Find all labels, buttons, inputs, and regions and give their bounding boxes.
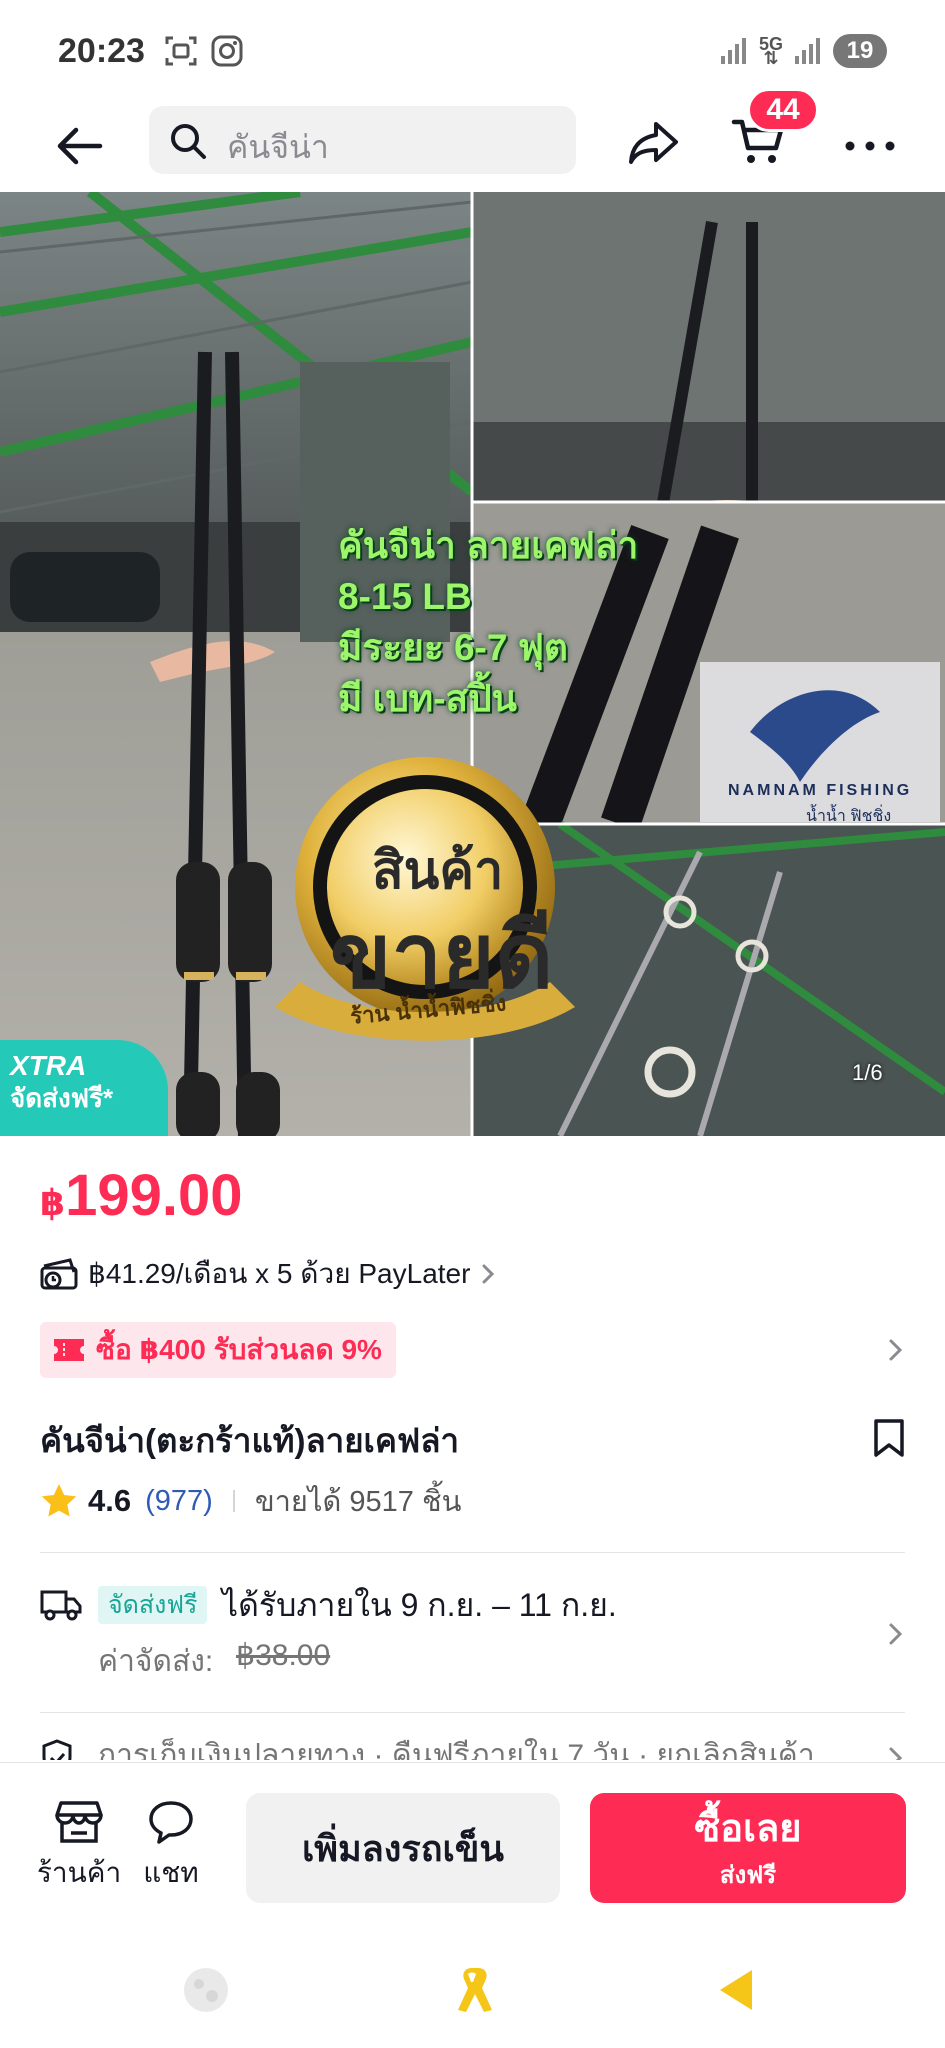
sold-count: ขายได้ 9517 ชิ้น [254, 1486, 462, 1518]
system-navigation-bar [0, 1932, 945, 2048]
hero-overlay-line: มี เบท-สปิ้น [338, 678, 517, 719]
search-icon [171, 124, 206, 159]
paylater-text: ฿41.29/เดือน x 5 ด้วย PayLater [88, 1258, 471, 1289]
system-back-button[interactable] [712, 1964, 764, 2016]
back-button[interactable] [52, 118, 108, 174]
status-bar: 20:23 5G ⇅ 19 [0, 0, 945, 100]
product-price: ฿199.00 [40, 1163, 243, 1228]
star-icon [41, 1484, 77, 1517]
ribbon-icon [458, 1968, 492, 2012]
triangle-back-icon [720, 1970, 752, 2010]
shop-label: ร้านค้า [36, 1857, 122, 1888]
more-button[interactable] [842, 126, 898, 166]
moon-button[interactable] [180, 1964, 232, 2016]
guarantee-text: การเก็บเงินปลายทาง · คืนฟรีภายใน 7 วัน ·… [98, 1739, 815, 1760]
xtra-free-shipping-badge: XTRA จัดส่งฟรี* [0, 1040, 168, 1136]
rating-row[interactable]: 4.6 (977) ขายได้ 9517 ชิ้น [40, 1478, 461, 1524]
product-title: คันจีน่า(ตะกร้าแท้)ลายเคฟล่า [40, 1422, 460, 1459]
promo-text: ซื้อ ฿400 รับส่วนลด 9% [96, 1334, 382, 1365]
product-image-carousel[interactable]: คันจีน่า ลายเคฟล่า 8-15 LB มีระยะ 6-7 ฟุ… [0, 192, 945, 1136]
hero-overlay-line: 8-15 LB [338, 576, 472, 617]
paylater-row[interactable]: ฿41.29/เดือน x 5 ด้วย PayLater [40, 1254, 498, 1294]
status-time: 20:23 [58, 32, 145, 70]
hero-overlay-text: คันจีน่า ลายเคฟล่า 8-15 LB มีระยะ 6-7 ฟุ… [338, 520, 638, 724]
shield-icon [42, 1739, 72, 1760]
buy-now-sublabel: ส่งฟรี [719, 1862, 777, 1889]
ticket-icon [54, 1339, 84, 1361]
brand-logo-subtext: น้ำน้ำ ฟิชชิ่ง [806, 808, 892, 825]
buy-now-label: ซื้อเลย [694, 1808, 802, 1850]
battery-indicator: 19 [833, 34, 887, 68]
network-label: 5G ⇅ [758, 34, 783, 68]
search-box[interactable]: คันจีน่า [149, 106, 576, 174]
free-shipping-tag: จัดส่งฟรี [98, 1586, 208, 1624]
instagram-icon [210, 34, 244, 68]
chat-label: แชท [143, 1857, 199, 1888]
top-nav: คันจีน่า 44 [0, 88, 945, 192]
truck-icon [40, 1590, 82, 1621]
bottom-action-bar: ร้านค้า แชท เพิ่มลงรถเข็น ซื้อเลย ส่งฟรี [0, 1762, 945, 1932]
screen-record-icon [164, 34, 198, 68]
hero-overlay-line: มีระยะ 6-7 ฟุต [338, 627, 568, 668]
shop-button[interactable]: ร้านค้า [34, 1799, 124, 1895]
shipping-fee-label: ค่าจัดส่ง: [98, 1645, 214, 1678]
review-count-link[interactable]: (977) [145, 1485, 213, 1518]
chat-icon [149, 1801, 193, 1844]
chat-button[interactable]: แชท [126, 1799, 216, 1895]
search-input[interactable]: คันจีน่า [227, 122, 329, 173]
delivery-estimate: ได้รับภายใน 9 ก.ย. – 11 ก.ย. [222, 1587, 617, 1623]
chevron-right-icon [889, 1623, 903, 1645]
chevron-right-icon [889, 1747, 903, 1760]
shop-icon [55, 1801, 103, 1843]
divider [40, 1552, 905, 1553]
status-icons-left [164, 34, 244, 68]
promo-row[interactable]: ซื้อ ฿400 รับส่วนลด 9% [40, 1322, 905, 1378]
signal-icon [795, 38, 820, 64]
chevron-right-icon [889, 1339, 903, 1361]
share-button[interactable] [626, 114, 682, 170]
share-icon [629, 122, 678, 164]
image-counter: 1/6 [852, 1060, 883, 1085]
promo-chip[interactable]: ซื้อ ฿400 รับส่วนลด 9% [40, 1322, 396, 1378]
divider [40, 1712, 905, 1713]
back-arrow-icon [57, 127, 103, 165]
bookmark-button[interactable] [872, 1418, 906, 1458]
bookmark-icon [874, 1419, 904, 1457]
awareness-ribbon-button[interactable] [446, 1964, 498, 2016]
signal-icon [720, 38, 746, 64]
cart-count-badge: 44 [747, 88, 819, 132]
shipping-fee-original: ฿38.00 [236, 1639, 331, 1672]
installment-icon [40, 1258, 78, 1290]
divider [232, 1490, 235, 1512]
rating-value: 4.6 [88, 1483, 132, 1518]
guarantee-row[interactable]: การเก็บเงินปลายทาง · คืนฟรีภายใน 7 วัน ·… [40, 1738, 905, 1760]
status-right: 5G ⇅ 19 [719, 34, 887, 68]
hero-overlay-line: คันจีน่า ลายเคฟล่า [338, 525, 639, 566]
chevron-right-icon [482, 1264, 495, 1284]
shipping-row[interactable]: จัดส่งฟรี ได้รับภายใน 9 ก.ย. – 11 ก.ย. ค… [40, 1580, 905, 1690]
add-to-cart-button[interactable]: เพิ่มลงรถเข็น [246, 1793, 560, 1903]
more-icon [845, 141, 895, 151]
moon-icon [184, 1968, 228, 2012]
buy-now-button[interactable]: ซื้อเลย ส่งฟรี [590, 1793, 906, 1903]
brand-logo-text: NAMNAM FISHING [728, 782, 913, 799]
